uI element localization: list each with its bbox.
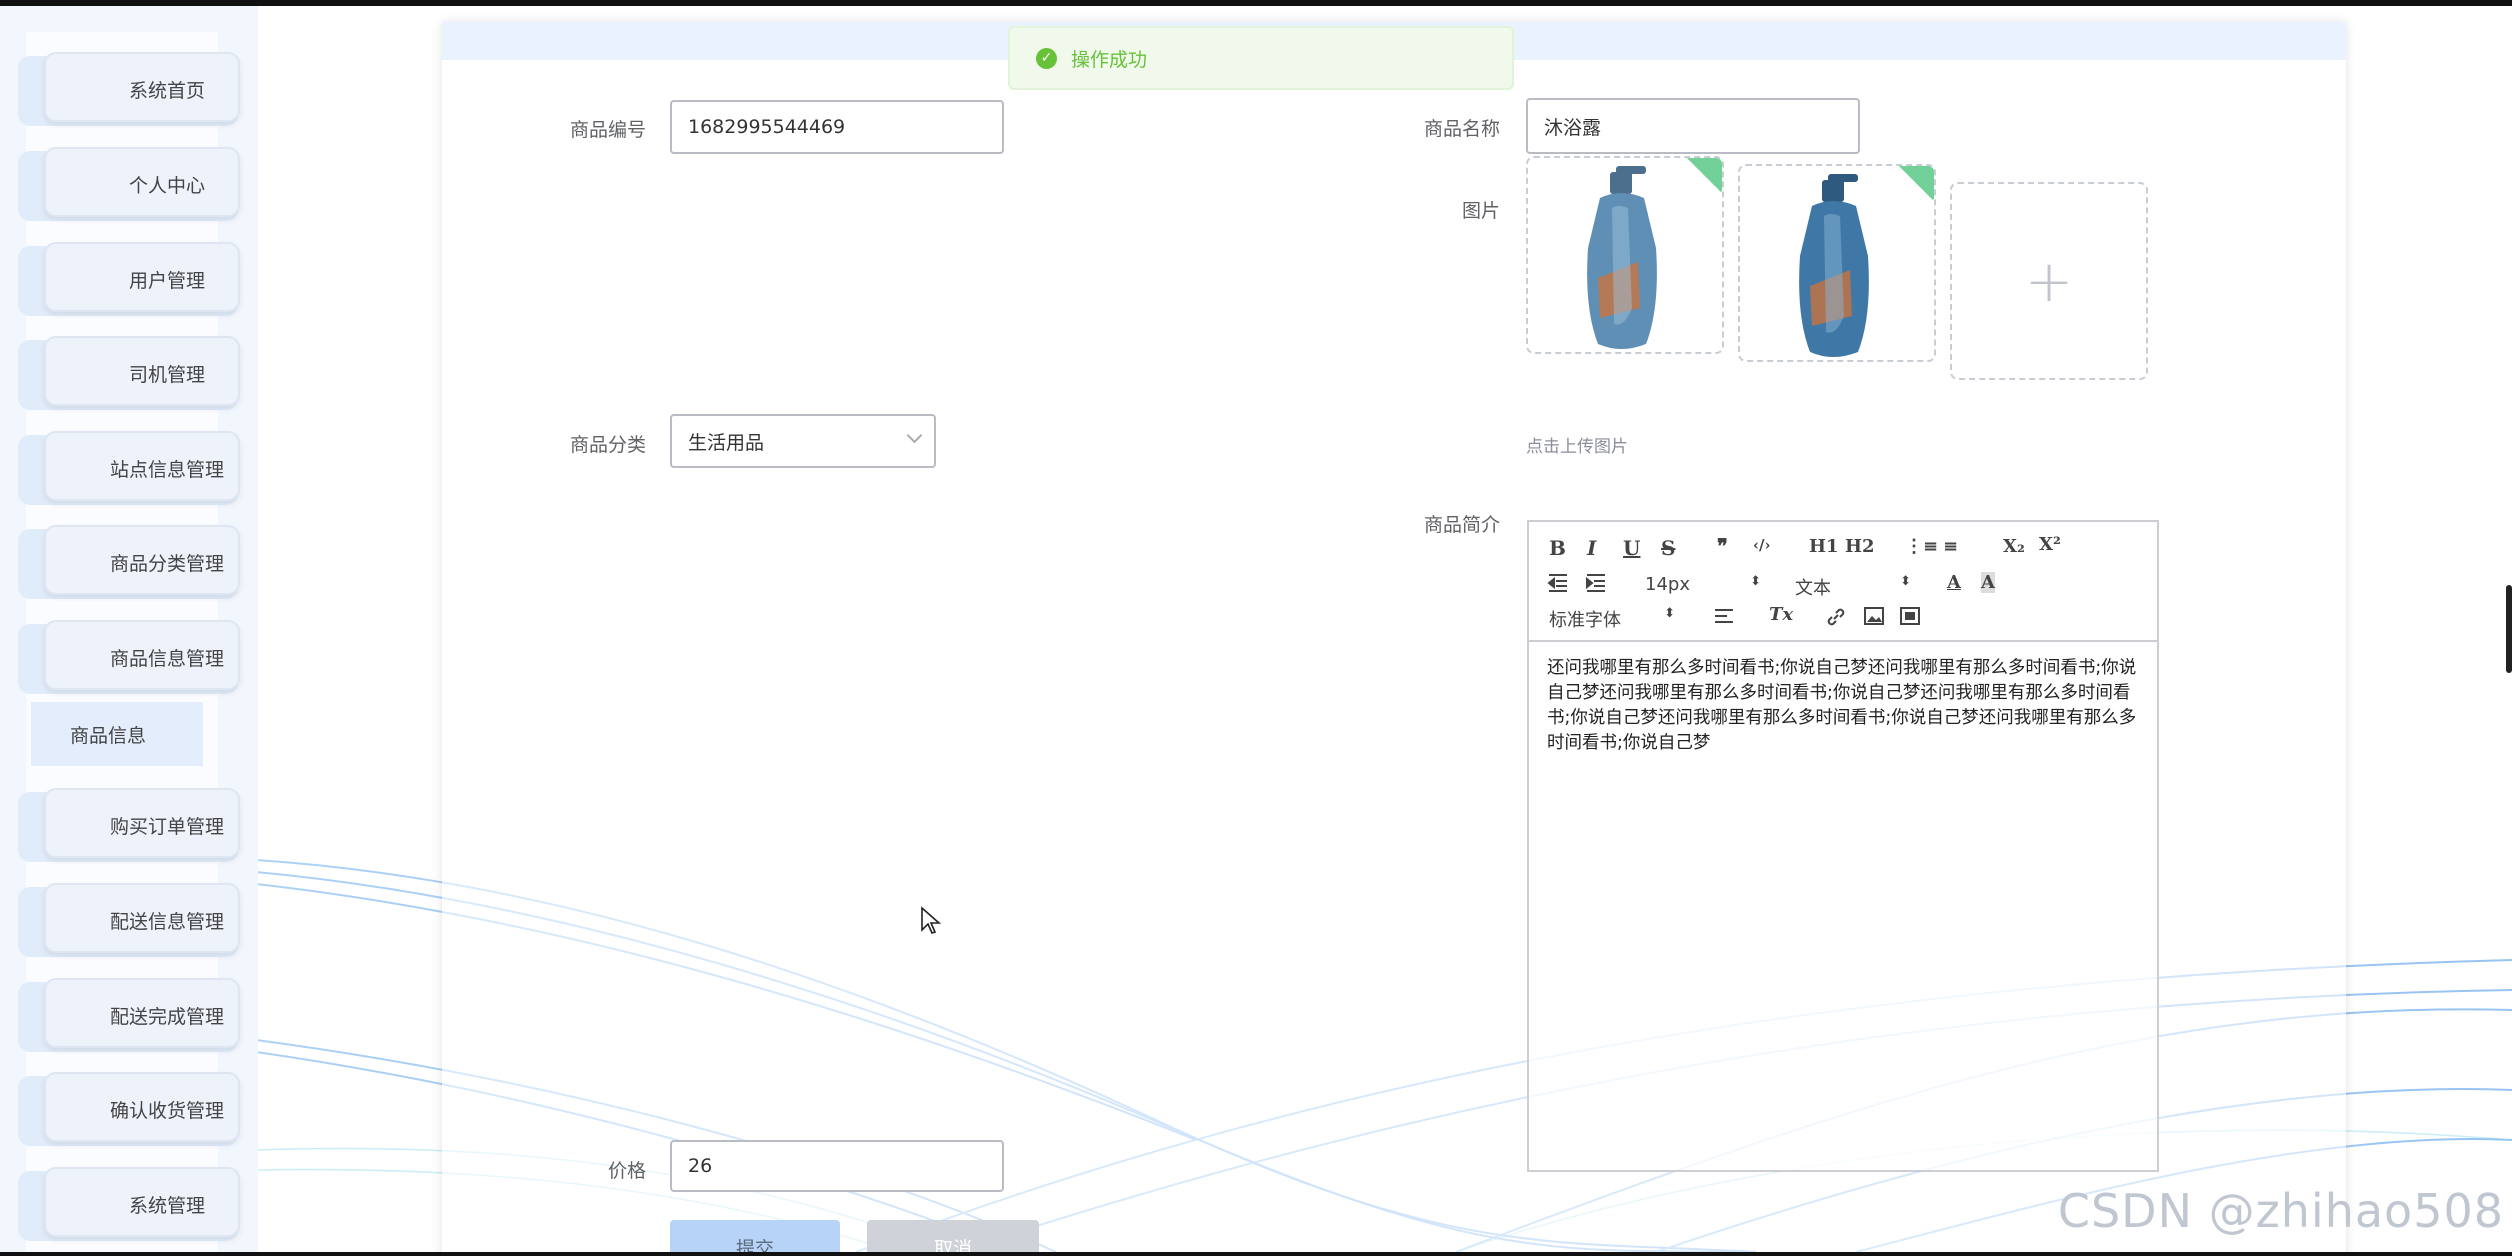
font-size-select[interactable]: 14px ⬍ xyxy=(1645,574,1761,595)
sidebar-item-receipt[interactable]: 确认收货管理 xyxy=(18,1072,240,1146)
font-color-button[interactable]: A xyxy=(1947,572,1961,593)
editor-content[interactable]: 还问我哪里有那么多时间看书;你说自己梦还问我哪里有那么多时间看书;你说自己梦还问… xyxy=(1547,656,2147,756)
sidebar-item-label[interactable]: 系统管理 xyxy=(44,1167,240,1237)
scrollbar-thumb[interactable] xyxy=(2506,585,2512,673)
upload-add-button[interactable]: + xyxy=(1950,182,2148,380)
submenu-item-goods-info[interactable]: 商品信息 xyxy=(31,702,203,766)
shampoo-bottle-image xyxy=(1587,166,1657,349)
ordered-list-button[interactable]: ⋮≡ xyxy=(1905,536,1938,557)
sidebar-item-stations[interactable]: 站点信息管理 xyxy=(18,431,240,505)
font-family-value: 标准字体 xyxy=(1549,610,1621,631)
sidebar-item-label[interactable]: 购买订单管理 xyxy=(44,788,240,858)
price-input[interactable]: 26 xyxy=(670,1140,1004,1192)
sidebar-item-system[interactable]: 系统管理 xyxy=(18,1167,240,1241)
sidebar-item-label[interactable]: 商品分类管理 xyxy=(44,525,240,595)
clean-format-button[interactable]: Tx xyxy=(1769,604,1793,625)
bullet-list-button[interactable]: ≡ xyxy=(1943,536,1958,557)
link-icon[interactable] xyxy=(1825,606,1847,628)
watermark: CSDN @zhihao508 xyxy=(2057,1184,2504,1238)
upload-hint: 点击上传图片 xyxy=(1526,437,1628,457)
price-label: 价格 xyxy=(607,1160,646,1182)
sidebar-item-delivery[interactable]: 配送信息管理 xyxy=(18,883,240,957)
h2-button[interactable]: H2 xyxy=(1845,536,1875,557)
sidebar-item-delivered[interactable]: 配送完成管理 xyxy=(18,978,240,1052)
sidebar-item-label[interactable]: 配送完成管理 xyxy=(44,978,240,1048)
uploaded-image-1[interactable] xyxy=(1526,156,1724,354)
sidebar-item-users[interactable]: 用户管理 xyxy=(18,242,240,316)
code-label: 商品编号 xyxy=(569,119,646,141)
h1-button[interactable]: H1 xyxy=(1809,536,1839,557)
align-icon[interactable] xyxy=(1713,606,1735,626)
sidebar-item-label[interactable]: 用户管理 xyxy=(44,242,240,312)
category-value: 生活用品 xyxy=(688,431,765,454)
name-input[interactable]: 沐浴露 xyxy=(1526,98,1860,154)
superscript-button[interactable]: X² xyxy=(2039,534,2061,555)
header-value: 文本 xyxy=(1795,578,1831,599)
uploaded-image-2[interactable] xyxy=(1738,164,1936,362)
indent-icon[interactable] xyxy=(1585,572,1607,592)
bottom-bar xyxy=(0,1252,2512,1256)
sidebar-item-label[interactable]: 商品信息管理 xyxy=(44,620,240,690)
shampoo-bottle-image xyxy=(1799,174,1869,357)
video-icon[interactable] xyxy=(1899,606,1921,626)
updown-icon: ⬍ xyxy=(1750,574,1761,589)
rich-text-editor[interactable]: B I U S ❞ ‹/› H1 H2 ⋮≡ ≡ X₂ X² 14px ⬍ 文本 ⬍… xyxy=(1527,520,2159,1172)
sidebar: 系统首页 个人中心 用户管理 司机管理 站点信息管理 商品分类管理 商品信息管理… xyxy=(0,6,258,1252)
success-toast: ✓ 操作成功 xyxy=(1008,26,1514,90)
font-family-select[interactable]: 标准字体 ⬍ xyxy=(1549,606,1675,632)
toast-message: 操作成功 xyxy=(1071,48,1148,71)
editor-toolbar: B I U S ❞ ‹/› H1 H2 ⋮≡ ≡ X₂ X² 14px ⬍ 文本 ⬍… xyxy=(1529,522,2157,642)
italic-button[interactable]: I xyxy=(1587,536,1596,560)
mouse-cursor-icon xyxy=(921,906,942,934)
code-block-button[interactable]: ‹/› xyxy=(1753,536,1770,554)
sidebar-item-label[interactable]: 司机管理 xyxy=(44,336,240,406)
sidebar-item-profile[interactable]: 个人中心 xyxy=(18,147,240,221)
subscript-button[interactable]: X₂ xyxy=(2003,536,2025,557)
image-icon[interactable] xyxy=(1863,606,1885,626)
sidebar-item-label[interactable]: 配送信息管理 xyxy=(44,883,240,953)
background-color-button[interactable]: A xyxy=(1981,572,1995,593)
sidebar-item-drivers[interactable]: 司机管理 xyxy=(18,336,240,410)
sidebar-item-label[interactable]: 站点信息管理 xyxy=(44,431,240,501)
name-label: 商品名称 xyxy=(1423,118,1500,140)
strike-button[interactable]: S xyxy=(1661,536,1675,560)
updown-icon: ⬍ xyxy=(1900,574,1911,589)
blockquote-button[interactable]: ❞ xyxy=(1717,534,1728,558)
cancel-button[interactable]: 取消 xyxy=(867,1220,1039,1256)
category-label: 商品分类 xyxy=(569,434,646,456)
intro-label: 商品简介 xyxy=(1423,514,1500,536)
images-label: 图片 xyxy=(1461,200,1500,222)
plus-icon: + xyxy=(2024,247,2074,315)
code-input[interactable]: 1682995544469 xyxy=(670,100,1004,154)
submit-button[interactable]: 提交 xyxy=(670,1220,840,1256)
underline-button[interactable]: U xyxy=(1623,536,1640,560)
sidebar-item-label[interactable]: 系统首页 xyxy=(44,52,240,122)
sidebar-item-home[interactable]: 系统首页 xyxy=(18,52,240,126)
chevron-down-icon xyxy=(906,427,923,444)
category-select[interactable]: 生活用品 xyxy=(670,414,936,468)
header-select[interactable]: 文本 ⬍ xyxy=(1795,574,1911,600)
font-size-value: 14px xyxy=(1645,574,1690,595)
updown-icon: ⬍ xyxy=(1664,606,1675,621)
sidebar-item-categories[interactable]: 商品分类管理 xyxy=(18,525,240,599)
sidebar-item-label[interactable]: 个人中心 xyxy=(44,147,240,217)
outdent-icon[interactable] xyxy=(1547,572,1569,592)
sidebar-item-label[interactable]: 确认收货管理 xyxy=(44,1072,240,1142)
sidebar-item-orders[interactable]: 购买订单管理 xyxy=(18,788,240,862)
sidebar-item-goods[interactable]: 商品信息管理 xyxy=(18,620,240,694)
bold-button[interactable]: B xyxy=(1549,536,1566,560)
check-circle-icon: ✓ xyxy=(1036,47,1057,69)
